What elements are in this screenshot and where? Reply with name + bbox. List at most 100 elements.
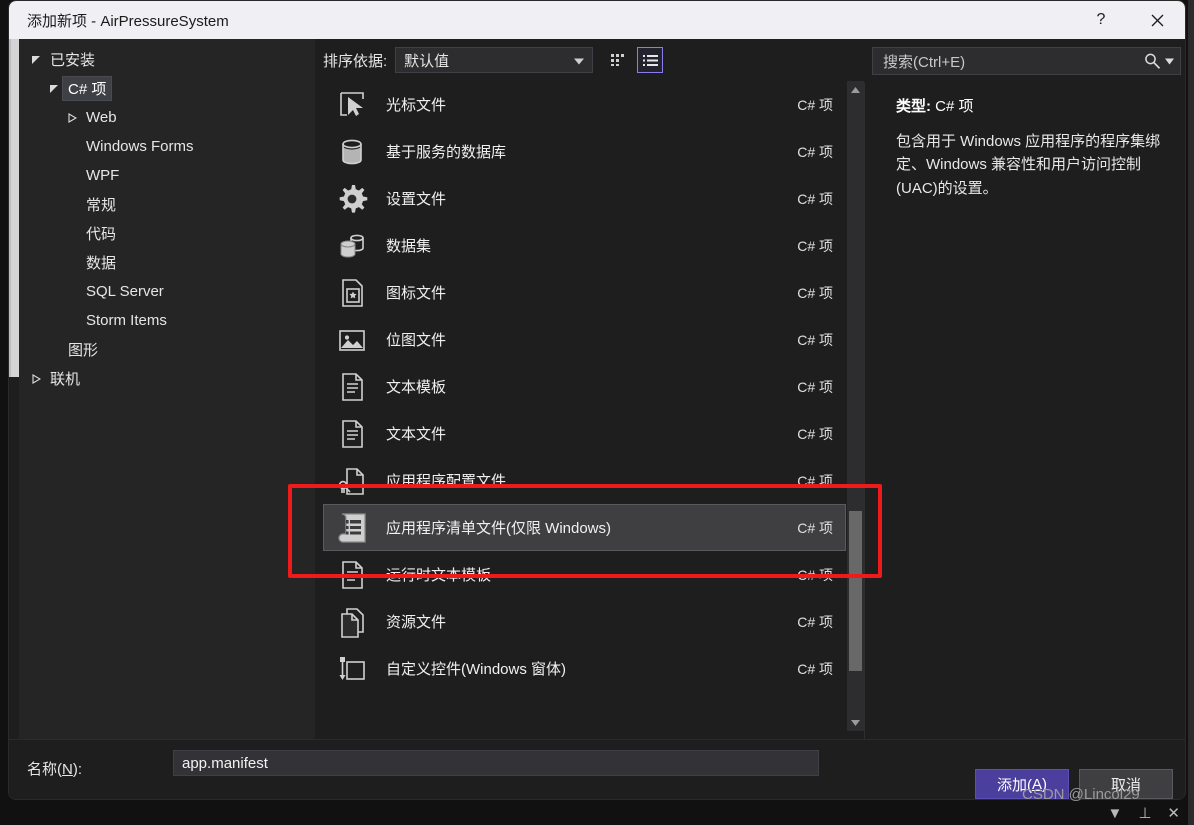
template-list-item[interactable]: 应用程序配置文件 C# 项: [323, 457, 846, 504]
template-item-name: 应用程序清单文件(仅限 Windows): [386, 520, 612, 537]
search-box[interactable]: 搜索(Ctrl+E): [872, 47, 1181, 75]
category-tree[interactable]: 已安装 C# 项 Web Windows Forms WPF 常规代码数据 SQL Serv…: [19, 39, 315, 739]
tree-item-3[interactable]: Windows Forms: [19, 132, 315, 161]
tree-item-label: Storm Items: [86, 312, 167, 329]
left-edge-scrollbar[interactable]: [9, 39, 19, 377]
template-item-kind: C# 项: [797, 284, 833, 301]
tree-item-label: C# 项: [61, 76, 113, 101]
tree-item-2[interactable]: Web: [19, 103, 315, 132]
database-icon: [332, 132, 372, 172]
template-list-item[interactable]: 资源文件 C# 项: [323, 598, 846, 645]
chevron-right-icon[interactable]: [27, 373, 45, 384]
close-button[interactable]: [1129, 1, 1185, 39]
details-pane: 搜索(Ctrl+E) 类型: C# 项 包含用于 Windows 应用程序的程序…: [864, 39, 1185, 739]
tree-item-6[interactable]: 代码: [19, 219, 315, 248]
scroll-down-arrow-icon[interactable]: [847, 714, 864, 731]
template-list-item[interactable]: 文本模板 C# 项: [323, 363, 846, 410]
manifest-file-icon: [332, 508, 372, 548]
template-item-name: 设置文件: [386, 191, 447, 208]
chevron-right-icon[interactable]: [63, 112, 81, 123]
template-item-kind: C# 项: [797, 331, 833, 348]
details-type-line: 类型: C# 项: [896, 95, 1167, 116]
tree-item-label: WPF: [86, 167, 120, 184]
template-list-scrollbar[interactable]: [847, 81, 864, 731]
template-item-kind: C# 项: [797, 237, 833, 254]
help-button[interactable]: ?: [1073, 1, 1129, 39]
close-icon: ✕: [1167, 805, 1180, 822]
tree-item-11[interactable]: 联机: [19, 364, 315, 393]
tree-item-8[interactable]: SQL Server: [19, 277, 315, 306]
template-item-name: 自定义控件(Windows 窗体): [386, 661, 567, 678]
template-list-item[interactable]: 运行时文本模板 C# 项: [323, 551, 846, 598]
tree-item-label: Windows Forms: [86, 138, 194, 155]
list-view-button[interactable]: [637, 47, 664, 73]
screen: ▼ ⊥ ✕ 添加新项 - AirPressureSystem ? 已安装 C# …: [0, 0, 1194, 825]
template-item-name: 基于服务的数据库: [386, 144, 507, 161]
template-item-kind: C# 项: [797, 472, 833, 489]
grid-view-icon: [610, 53, 624, 66]
dialog-footer: 添加(A) 取消: [9, 763, 1185, 799]
template-item-kind: C# 项: [797, 519, 833, 536]
tree-item-label: 已安装: [50, 52, 96, 69]
chevron-down-icon: ▼: [1107, 804, 1123, 822]
sort-by-dropdown[interactable]: 默认值: [395, 47, 594, 73]
template-list-item[interactable]: 设置文件 C# 项: [323, 175, 846, 222]
template-list-pane: 排序依据: 默认值 光标文件 C# 项 基于服务的数据库 C# 项 设置文件 C…: [315, 39, 864, 739]
chevron-down-icon: [574, 52, 585, 69]
gear-icon: [332, 179, 372, 219]
details-type-value: C# 项: [935, 98, 974, 115]
sort-by-label: 排序依据:: [323, 52, 388, 70]
template-list-item[interactable]: 自定义控件(Windows 窗体) C# 项: [323, 645, 846, 692]
user-control-icon: [332, 649, 372, 689]
scroll-up-arrow-icon[interactable]: [847, 81, 864, 98]
close-icon: [1151, 14, 1163, 26]
background-window-edge: [1188, 0, 1194, 825]
dialog-title: 添加新项 - AirPressureSystem: [27, 12, 229, 30]
template-item-name: 图标文件: [386, 285, 447, 302]
left-edge-scrollbar-track: [9, 39, 19, 377]
watermark: CSDN @Lincol29: [1022, 786, 1140, 803]
dialog-body: 已安装 C# 项 Web Windows Forms WPF 常规 代码 数据 SQL Serv…: [9, 39, 1185, 799]
template-list-item[interactable]: 图标文件 C# 项: [323, 269, 846, 316]
tree-item-label: 代码: [86, 226, 117, 243]
pin-icon: ⊥: [1138, 805, 1152, 822]
template-item-name: 资源文件: [386, 614, 447, 631]
cursor-file-icon: [332, 85, 372, 125]
grid-view-button[interactable]: [605, 47, 631, 73]
template-list[interactable]: 光标文件 C# 项基于服务的数据库 C# 项设置文件 C# 项数据集 C# 项图标文件 C…: [323, 81, 846, 692]
template-list-item[interactable]: 数据集 C# 项: [323, 222, 846, 269]
resource-file-icon: [332, 602, 372, 642]
search-icon[interactable]: [1144, 53, 1161, 70]
add-new-item-dialog: 添加新项 - AirPressureSystem ? 已安装 C# 项 Web Win…: [8, 0, 1186, 800]
bitmap-file-icon: [332, 320, 372, 360]
template-list-item[interactable]: 应用程序清单文件(仅限 Windows) C# 项: [323, 504, 846, 551]
tree-item-1[interactable]: C# 项: [19, 74, 315, 103]
template-list-item[interactable]: 基于服务的数据库 C# 项: [323, 128, 846, 175]
titlebar-buttons: ?: [1073, 1, 1185, 39]
template-item-kind: C# 项: [797, 143, 833, 160]
list-toolbar: 排序依据: 默认值: [315, 39, 864, 81]
pane-divider: [864, 83, 865, 739]
details-description: 包含用于 Windows 应用程序的程序集绑定、Windows 兼容性和用户访问…: [896, 133, 1161, 197]
template-list-item[interactable]: 光标文件 C# 项: [323, 81, 846, 128]
tree-item-10[interactable]: 图形: [19, 335, 315, 364]
tree-item-9[interactable]: Storm Items: [19, 306, 315, 335]
details-type-label: 类型:: [896, 98, 931, 115]
tree-item-0[interactable]: 已安装: [19, 45, 315, 74]
template-list-item[interactable]: 文本文件 C# 项: [323, 410, 846, 457]
details-block: 类型: C# 项 包含用于 Windows 应用程序的程序集绑定、Windows…: [872, 75, 1185, 200]
search-box-icons: [1144, 53, 1174, 70]
tree-item-4[interactable]: WPF: [19, 161, 315, 190]
tree-item-5[interactable]: 常规: [19, 190, 315, 219]
template-item-name: 运行时文本模板: [386, 567, 492, 584]
scrollbar-thumb[interactable]: [849, 511, 862, 671]
template-list-item[interactable]: 位图文件 C# 项: [323, 316, 846, 363]
chevron-down-icon[interactable]: [1165, 58, 1174, 64]
chevron-down-icon[interactable]: [45, 84, 63, 94]
tree-item-label: 图形: [68, 342, 99, 359]
template-item-name: 文本模板: [386, 379, 447, 396]
dialog-titlebar: 添加新项 - AirPressureSystem ?: [9, 1, 1185, 39]
list-view-icon: [642, 54, 658, 66]
tree-item-7[interactable]: 数据: [19, 248, 315, 277]
chevron-down-icon[interactable]: [27, 55, 45, 65]
